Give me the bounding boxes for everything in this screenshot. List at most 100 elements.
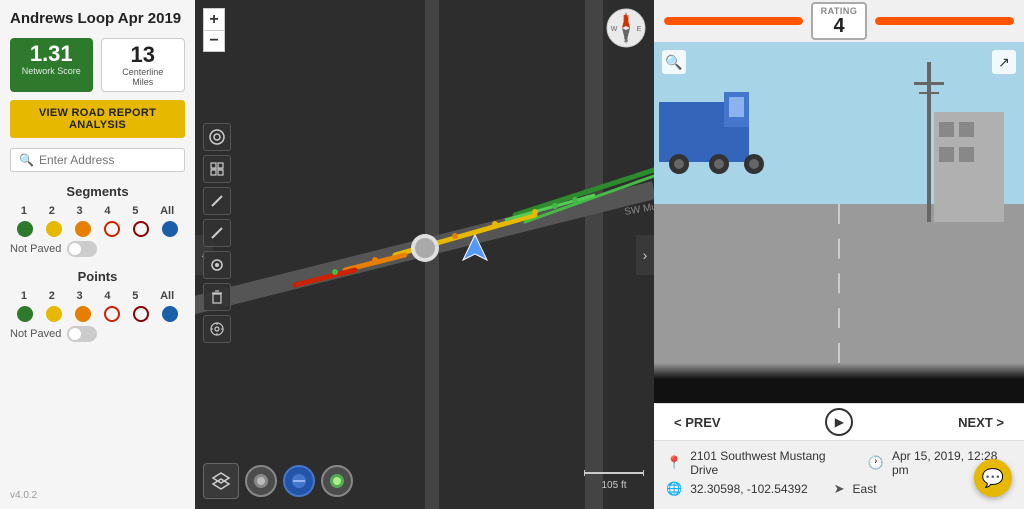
score-row: 1.31 Network Score 13 Centerline Miles (10, 38, 185, 92)
photo-placeholder (654, 42, 1024, 403)
map-tools (203, 123, 231, 343)
seg-dot-1[interactable] (17, 221, 33, 237)
target-tool[interactable] (203, 315, 231, 343)
pt-rating-3: 3 (77, 290, 83, 302)
photo-nav-bar: < PREV ▶ NEXT > (654, 403, 1024, 441)
pt-dot-all[interactable] (162, 306, 178, 322)
info-section: 📍 2101 Southwest Mustang Drive 🕐 Apr 15,… (654, 441, 1024, 509)
scale-bar: 105 ft (584, 468, 644, 491)
prev-button[interactable]: < PREV (674, 415, 721, 430)
rating-bar: RATING 4 (654, 0, 1024, 42)
pt-rating-1: 1 (21, 290, 27, 302)
layers-button[interactable] (203, 463, 239, 499)
search-input[interactable] (39, 153, 176, 167)
address-row: 📍 2101 Southwest Mustang Drive 🕐 Apr 15,… (666, 449, 1012, 477)
network-score-box: 1.31 Network Score (10, 38, 93, 92)
seg-rating-3: 3 (77, 205, 83, 217)
rating-bar-left (664, 17, 803, 25)
map-background: SW Mustang Dr (195, 0, 654, 509)
grid-tool[interactable] (203, 155, 231, 183)
pt-rating-all: All (160, 290, 174, 302)
photo-area: 🔍 ↗ (654, 42, 1024, 403)
rating-bar-right (875, 17, 1014, 25)
location-icon: 📍 (666, 455, 682, 471)
next-button[interactable]: NEXT > (958, 415, 1004, 430)
seg-rating-5: 5 (132, 205, 138, 217)
search-icon: 🔍 (19, 153, 34, 167)
play-button[interactable]: ▶ (825, 408, 853, 436)
slash-tool-1[interactable] (203, 187, 231, 215)
style-btn-1[interactable] (245, 465, 277, 497)
points-title: Points (10, 269, 185, 284)
style-btn-2[interactable] (283, 465, 315, 497)
rating-badge: RATING 4 (811, 2, 868, 40)
points-not-paved-toggle[interactable] (67, 326, 97, 342)
segments-dots-row (10, 221, 185, 237)
style-btn-3[interactable] (321, 465, 353, 497)
centerline-miles-label: Centerline Miles (112, 67, 175, 87)
pt-dot-4[interactable] (104, 306, 120, 322)
pt-rating-5: 5 (132, 290, 138, 302)
zoom-photo-button[interactable]: 🔍 (662, 50, 686, 74)
segments-not-paved-toggle[interactable] (67, 241, 97, 257)
network-score-label: Network Score (20, 66, 83, 76)
chat-button[interactable]: 💬 (974, 459, 1012, 497)
map-zoom-controls: + − (203, 8, 225, 52)
pt-dot-1[interactable] (17, 306, 33, 322)
zoom-in-button[interactable]: + (203, 8, 225, 30)
seg-rating-2: 2 (49, 205, 55, 217)
seg-rating-4: 4 (104, 205, 110, 217)
points-dots-row (10, 306, 185, 322)
network-score-value: 1.31 (20, 42, 83, 66)
globe-icon: 🌐 (666, 481, 682, 497)
segments-title: Segments (10, 184, 185, 199)
dashboard (654, 363, 1024, 403)
rating-bar-left-fill (664, 17, 803, 25)
svg-text:SW Mustang Dr: SW Mustang Dr (624, 195, 654, 218)
address-text: 2101 Southwest Mustang Drive (690, 449, 850, 477)
map-area[interactable]: SW Mustang Dr ‹ › + − N S W E (195, 0, 654, 509)
map-bottom-tools (203, 463, 353, 499)
svg-text:N: N (623, 14, 629, 23)
trash-tool[interactable] (203, 283, 231, 311)
circle-tool[interactable] (203, 251, 231, 279)
view-report-button[interactable]: VIEW ROAD REPORT ANALYSIS (10, 100, 185, 138)
direction-icon: ➤ (834, 481, 845, 497)
scale-label: 105 ft (601, 480, 626, 491)
pt-dot-2[interactable] (46, 306, 62, 322)
centerline-miles-box: 13 Centerline Miles (101, 38, 186, 92)
camera-tool[interactable] (203, 123, 231, 151)
seg-dot-2[interactable] (46, 221, 62, 237)
centerline-miles-value: 13 (112, 43, 175, 67)
version-label: v4.0.2 (10, 490, 37, 501)
right-panel: RATING 4 (654, 0, 1024, 509)
pt-dot-3[interactable] (75, 306, 91, 322)
sidebar: Andrews Loop Apr 2019 1.31 Network Score… (0, 0, 195, 509)
seg-dot-3[interactable] (75, 221, 91, 237)
seg-rating-1: 1 (21, 205, 27, 217)
coordinates-row: 🌐 32.30598, -102.54392 ➤ East (666, 481, 1012, 497)
seg-dot-4[interactable] (104, 221, 120, 237)
zoom-out-button[interactable]: − (203, 30, 225, 52)
slash-tool-2[interactable] (203, 219, 231, 247)
rating-value: 4 (821, 16, 858, 36)
pt-dot-5[interactable] (133, 306, 149, 322)
points-rating-row: 1 2 3 4 5 All (10, 290, 185, 302)
map-roads-svg: SW Mustang Dr (195, 0, 654, 509)
seg-dot-5[interactable] (133, 221, 149, 237)
map-nav-right[interactable]: › (636, 235, 654, 275)
seg-dot-all[interactable] (162, 221, 178, 237)
clock-icon: 🕐 (868, 455, 884, 471)
segments-rating-row: 1 2 3 4 5 All (10, 205, 185, 217)
compass: N S W E (606, 8, 646, 48)
search-box: 🔍 (10, 148, 185, 172)
expand-photo-button[interactable]: ↗ (992, 50, 1016, 74)
seg-rating-all: All (160, 205, 174, 217)
segments-not-paved-row: Not Paved (10, 241, 185, 257)
rating-bar-right-fill (875, 17, 1014, 25)
points-not-paved-label: Not Paved (10, 328, 61, 340)
points-not-paved-row: Not Paved (10, 326, 185, 342)
direction-text: East (853, 482, 877, 496)
coordinates-text: 32.30598, -102.54392 (690, 482, 807, 496)
pt-rating-2: 2 (49, 290, 55, 302)
